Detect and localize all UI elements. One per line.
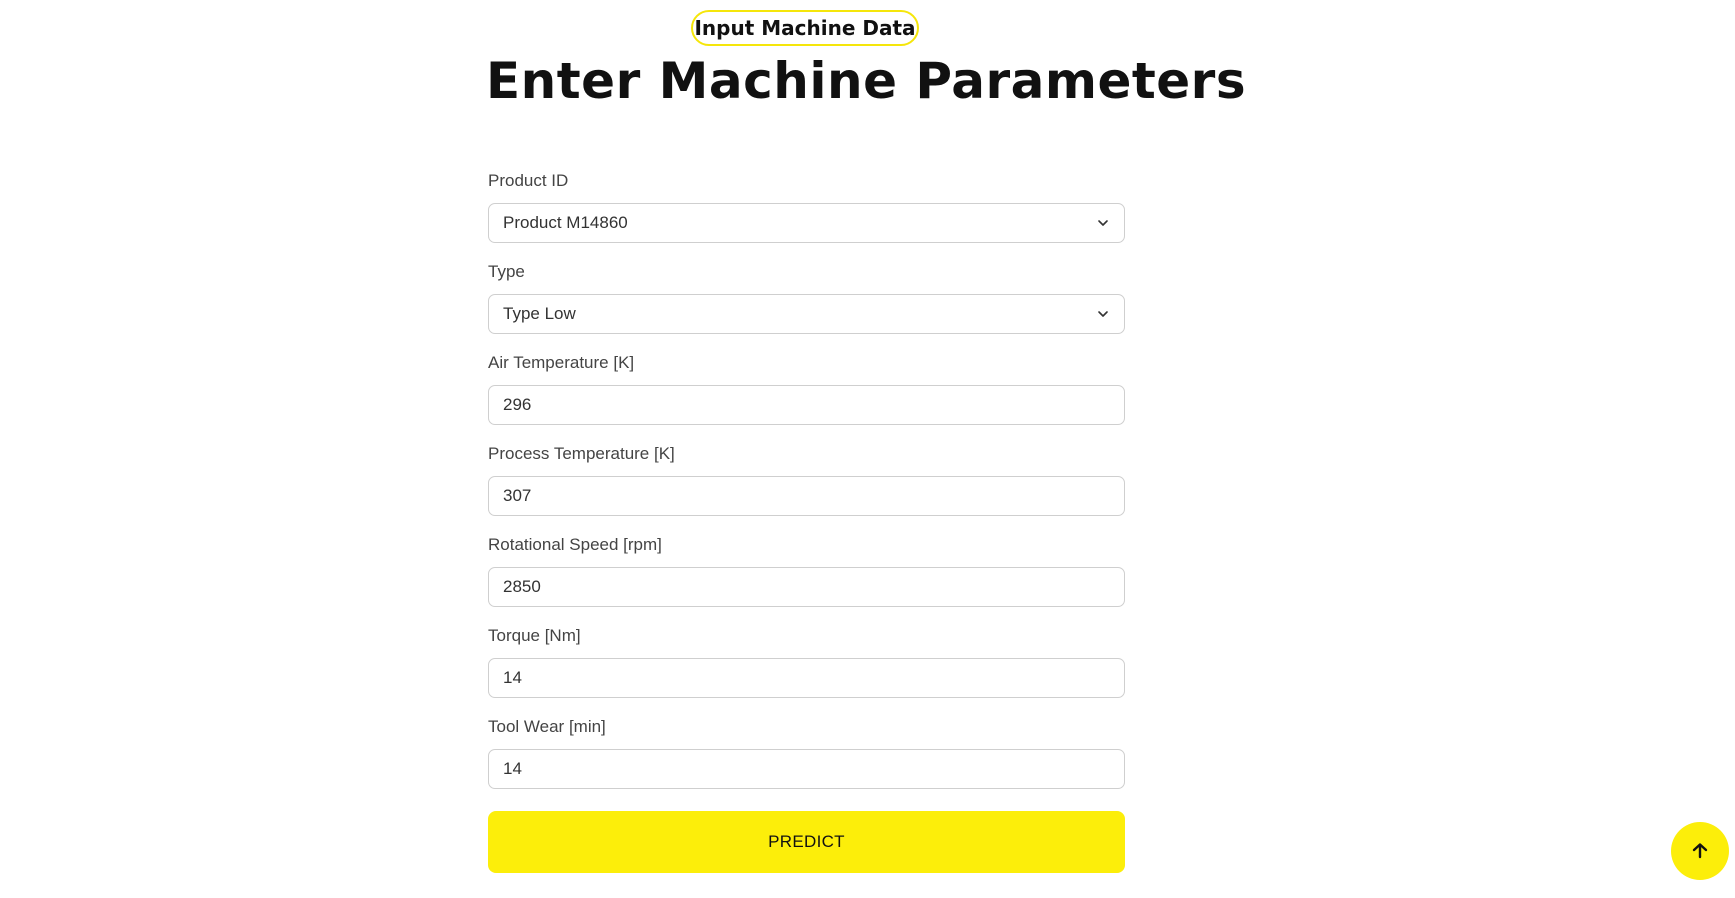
product-id-select[interactable]: Product M14860: [488, 203, 1125, 243]
rotational-speed-input[interactable]: 2850: [488, 567, 1125, 607]
rotational-speed-field: Rotational Speed [rpm] 2850: [488, 534, 1125, 607]
type-field: Type Type Low: [488, 261, 1125, 334]
torque-value: 14: [503, 668, 522, 687]
page: Input Machine Data Enter Machine Paramet…: [0, 0, 1735, 898]
air-temperature-label: Air Temperature [K]: [488, 353, 635, 372]
product-id-label: Product ID: [488, 171, 569, 190]
type-select[interactable]: Type Low: [488, 294, 1125, 334]
rotational-speed-value: 2850: [503, 577, 541, 596]
air-temperature-field: Air Temperature [K] 296: [488, 352, 1125, 425]
process-temperature-field: Process Temperature [K] 307: [488, 443, 1125, 516]
chevron-down-icon: [1098, 311, 1108, 317]
chevron-down-icon: [1098, 220, 1108, 226]
rotational-speed-label: Rotational Speed [rpm]: [488, 535, 662, 554]
type-label: Type: [488, 262, 525, 281]
tool-wear-field: Tool Wear [min] 14: [488, 716, 1125, 789]
air-temperature-input[interactable]: 296: [488, 385, 1125, 425]
tool-wear-value: 14: [503, 759, 522, 778]
predict-button[interactable]: PREDICT: [488, 811, 1125, 873]
air-temperature-value: 296: [503, 395, 532, 414]
scroll-to-top-button[interactable]: [1671, 822, 1729, 880]
process-temperature-label: Process Temperature [K]: [488, 444, 675, 463]
machine-parameters-form: Product ID Product M14860 Type Type Low …: [488, 170, 1125, 807]
process-temperature-value: 307: [503, 486, 532, 505]
torque-label: Torque [Nm]: [488, 626, 581, 645]
process-temperature-input[interactable]: 307: [488, 476, 1125, 516]
section-badge: Input Machine Data: [691, 10, 919, 46]
tool-wear-input[interactable]: 14: [488, 749, 1125, 789]
page-title: Enter Machine Parameters: [486, 52, 1247, 110]
type-value: Type Low: [503, 304, 576, 323]
product-id-field: Product ID Product M14860: [488, 170, 1125, 243]
product-id-value: Product M14860: [503, 213, 628, 232]
torque-input[interactable]: 14: [488, 658, 1125, 698]
torque-field: Torque [Nm] 14: [488, 625, 1125, 698]
arrow-up-icon: [1692, 843, 1708, 859]
tool-wear-label: Tool Wear [min]: [488, 717, 606, 736]
